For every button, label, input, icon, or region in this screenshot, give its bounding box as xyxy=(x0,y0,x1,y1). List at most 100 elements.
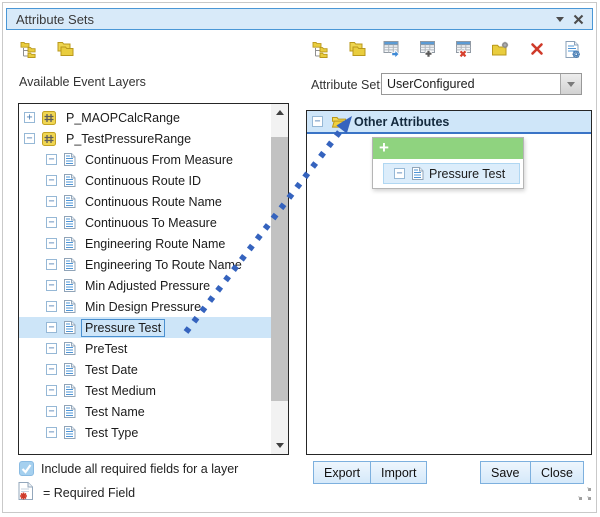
combobox-dropdown-button[interactable] xyxy=(560,74,581,94)
tree-item-label: Test Date xyxy=(81,361,142,379)
field-document-icon xyxy=(63,404,76,419)
field-document-icon xyxy=(63,194,76,209)
scrollbar-thumb[interactable] xyxy=(271,137,288,401)
event-layer-icon xyxy=(41,131,57,147)
required-field-icon xyxy=(17,481,35,506)
tree-item-label: Engineering Route Name xyxy=(81,235,229,253)
attribute-tree-icon[interactable] xyxy=(309,37,332,61)
attribute-set-label: Attribute Set: xyxy=(311,78,383,92)
checkmark-icon xyxy=(20,462,33,475)
expand-toggle-icon[interactable]: − xyxy=(46,427,57,438)
required-field-legend: = Required Field xyxy=(43,486,135,500)
attribute-sets-window: Attribute Sets xyxy=(0,0,600,517)
drop-add-indicator: + xyxy=(373,138,523,159)
expand-toggle-icon[interactable]: − xyxy=(24,133,35,144)
field-document-icon xyxy=(63,173,76,188)
field-document-icon xyxy=(63,152,76,167)
include-required-fields-label: Include all required fields for a layer xyxy=(41,462,238,476)
expand-toggle-icon[interactable]: − xyxy=(46,238,57,249)
expand-toggle-icon[interactable]: − xyxy=(312,116,323,127)
open-folders-icon[interactable] xyxy=(53,37,76,61)
expand-toggle-icon[interactable]: − xyxy=(46,364,57,375)
triangle-down-icon xyxy=(276,443,284,448)
dialog-titlebar[interactable]: Attribute Sets xyxy=(6,8,593,30)
tree-item-label: PreTest xyxy=(81,340,131,358)
tree-item-label: P_MAOPCalcRange xyxy=(62,109,184,127)
drag-preview: + − Pressure Test xyxy=(372,137,524,189)
delete-icon[interactable] xyxy=(525,37,548,61)
close-icon[interactable] xyxy=(573,14,584,25)
report-settings-icon[interactable] xyxy=(561,37,584,61)
table-add-icon[interactable] xyxy=(417,37,440,61)
tree-item[interactable]: − Pressure Test xyxy=(19,317,271,338)
attribute-set-combobox[interactable]: UserConfigured xyxy=(381,73,582,95)
close-button[interactable]: Close xyxy=(530,461,584,484)
tree-item[interactable]: − Min Design Pressure xyxy=(19,296,271,317)
tree-item[interactable]: − Min Adjusted Pressure xyxy=(19,275,271,296)
field-document-icon xyxy=(63,215,76,230)
expand-toggle-icon[interactable]: + xyxy=(24,112,35,123)
table-remove-icon[interactable] xyxy=(453,37,476,61)
tree-item[interactable]: − Continuous From Measure xyxy=(19,149,271,170)
toolbar-left xyxy=(17,37,76,61)
include-required-fields-checkbox[interactable] xyxy=(19,461,34,476)
tree-item[interactable]: − Continuous Route Name xyxy=(19,191,271,212)
available-layers-tree-rows: + P_MAOPCalcRange − P_TestPressureRange … xyxy=(19,107,271,443)
dragged-item-label: Pressure Test xyxy=(429,167,505,181)
resize-grip[interactable] xyxy=(577,486,592,506)
scroll-down-button[interactable] xyxy=(271,437,288,454)
expand-toggle-icon[interactable]: − xyxy=(46,322,57,333)
expand-toggle-icon[interactable]: − xyxy=(46,154,57,165)
scroll-up-button[interactable] xyxy=(271,104,288,121)
collapse-dialog-icon[interactable] xyxy=(556,17,564,22)
tree-item-label: Test Medium xyxy=(81,382,160,400)
toolbar-right xyxy=(309,37,584,61)
expand-toggle-icon[interactable]: − xyxy=(46,259,57,270)
available-event-layers-heading: Available Event Layers xyxy=(19,75,146,89)
tree-item-label: Min Adjusted Pressure xyxy=(81,277,214,295)
tree-item[interactable]: − Test Type xyxy=(19,422,271,443)
expand-toggle-icon[interactable]: − xyxy=(46,217,57,228)
import-button[interactable]: Import xyxy=(370,461,427,484)
tree-item-label: Continuous Route ID xyxy=(81,172,205,190)
folder-settings-icon[interactable] xyxy=(489,37,512,61)
expand-toggle-icon[interactable]: − xyxy=(46,175,57,186)
tree-item-label: Test Type xyxy=(81,424,142,442)
expand-toggle-icon: − xyxy=(394,168,405,179)
expand-toggle-icon[interactable]: − xyxy=(46,343,57,354)
tree-item[interactable]: − Engineering Route Name xyxy=(19,233,271,254)
open-folder-icon xyxy=(331,115,349,129)
tree-item-label: Pressure Test xyxy=(81,319,165,337)
tree-item[interactable]: − Test Name xyxy=(19,401,271,422)
tree-item-label: Continuous From Measure xyxy=(81,151,237,169)
tree-scrollbar[interactable] xyxy=(271,104,288,454)
table-export-icon[interactable] xyxy=(381,37,404,61)
other-attributes-node[interactable]: − Other Attributes xyxy=(307,111,591,134)
expand-toggle-icon[interactable]: − xyxy=(46,406,57,417)
tree-item[interactable]: − Test Medium xyxy=(19,380,271,401)
chevron-down-icon xyxy=(567,82,575,87)
attribute-tree-icon[interactable] xyxy=(17,37,40,61)
attribute-set-panel: − Other Attributes + − Pressure Test xyxy=(306,110,592,455)
field-document-icon xyxy=(63,278,76,293)
expand-toggle-icon[interactable]: − xyxy=(46,385,57,396)
tree-item[interactable]: − P_TestPressureRange xyxy=(19,128,271,149)
field-document-icon xyxy=(63,236,76,251)
tree-item[interactable]: − PreTest xyxy=(19,338,271,359)
tree-item[interactable]: − Continuous Route ID xyxy=(19,170,271,191)
tree-item[interactable]: − Test Date xyxy=(19,359,271,380)
export-button[interactable]: Export xyxy=(313,461,371,484)
tree-item-label: Continuous Route Name xyxy=(81,193,226,211)
tree-item[interactable]: + P_MAOPCalcRange xyxy=(19,107,271,128)
save-button[interactable]: Save xyxy=(480,461,531,484)
tree-item-label: Engineering To Route Name xyxy=(81,256,246,274)
field-document-icon xyxy=(63,362,76,377)
tree-item[interactable]: − Engineering To Route Name xyxy=(19,254,271,275)
expand-toggle-icon[interactable]: − xyxy=(46,301,57,312)
field-document-icon xyxy=(63,320,76,335)
expand-toggle-icon[interactable]: − xyxy=(46,280,57,291)
open-folders-icon[interactable] xyxy=(345,37,368,61)
field-document-icon xyxy=(63,383,76,398)
expand-toggle-icon[interactable]: − xyxy=(46,196,57,207)
tree-item[interactable]: − Continuous To Measure xyxy=(19,212,271,233)
